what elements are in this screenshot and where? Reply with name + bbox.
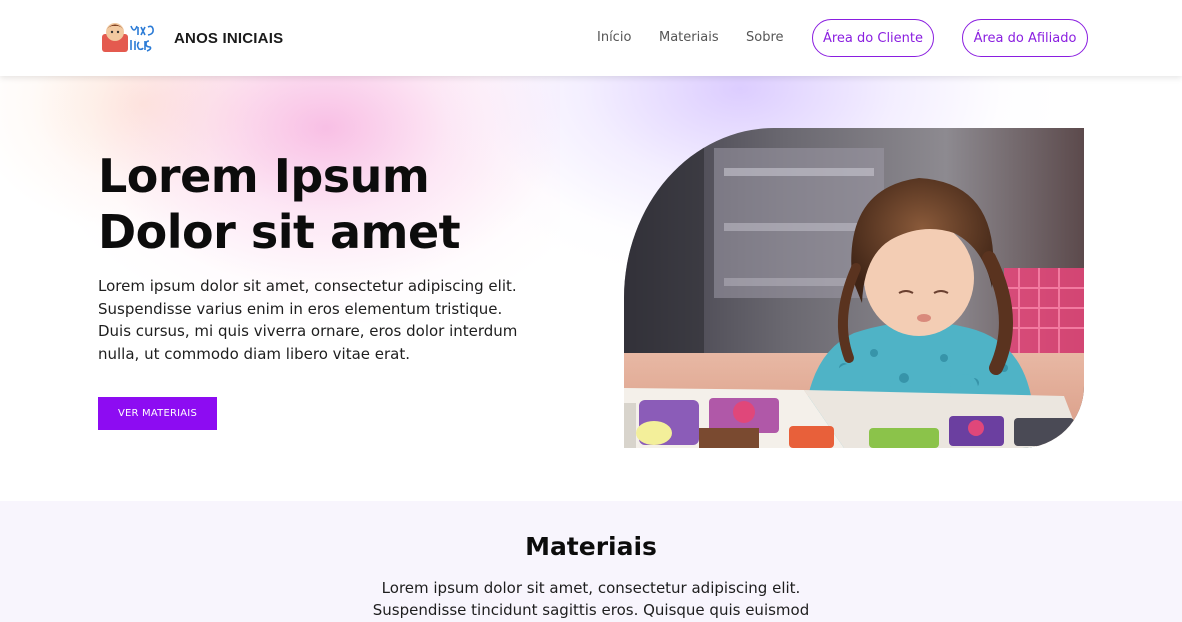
brand-logo[interactable]: ANOS INICIAIS <box>100 20 283 56</box>
hero-title-line-1: Lorem Ipsum <box>98 149 430 203</box>
nav-link-inicio[interactable]: Início <box>597 30 631 45</box>
anos-iniciais-logo-icon <box>102 23 154 52</box>
materiais-title: Materiais <box>525 532 657 561</box>
hero-title: Lorem Ipsum Dolor sit amet <box>98 148 568 260</box>
materiais-description: Lorem ipsum dolor sit amet, consectetur … <box>372 579 810 619</box>
hero-section: Lorem Ipsum Dolor sit amet Lorem ipsum d… <box>0 76 1182 501</box>
affiliate-area-button[interactable]: Área do Afiliado <box>962 19 1088 57</box>
materiais-section: Materiais Lorem ipsum dolor sit amet, co… <box>0 501 1182 622</box>
hero-description: Lorem ipsum dolor sit amet, consectetur … <box>98 277 518 363</box>
ver-materiais-button[interactable]: VER MATERIAIS <box>98 397 217 430</box>
hero-image <box>624 128 1084 448</box>
client-area-button[interactable]: Área do Cliente <box>812 19 934 57</box>
brand-name: ANOS INICIAIS <box>174 29 284 47</box>
toddler-photo-illustration <box>624 128 1084 448</box>
site-header: ANOS INICIAIS Início Materiais Sobre Áre… <box>0 0 1182 76</box>
nav-link-materiais[interactable]: Materiais <box>659 30 719 45</box>
nav-link-sobre[interactable]: Sobre <box>746 30 784 45</box>
hero-title-line-2: Dolor sit amet <box>98 205 461 259</box>
